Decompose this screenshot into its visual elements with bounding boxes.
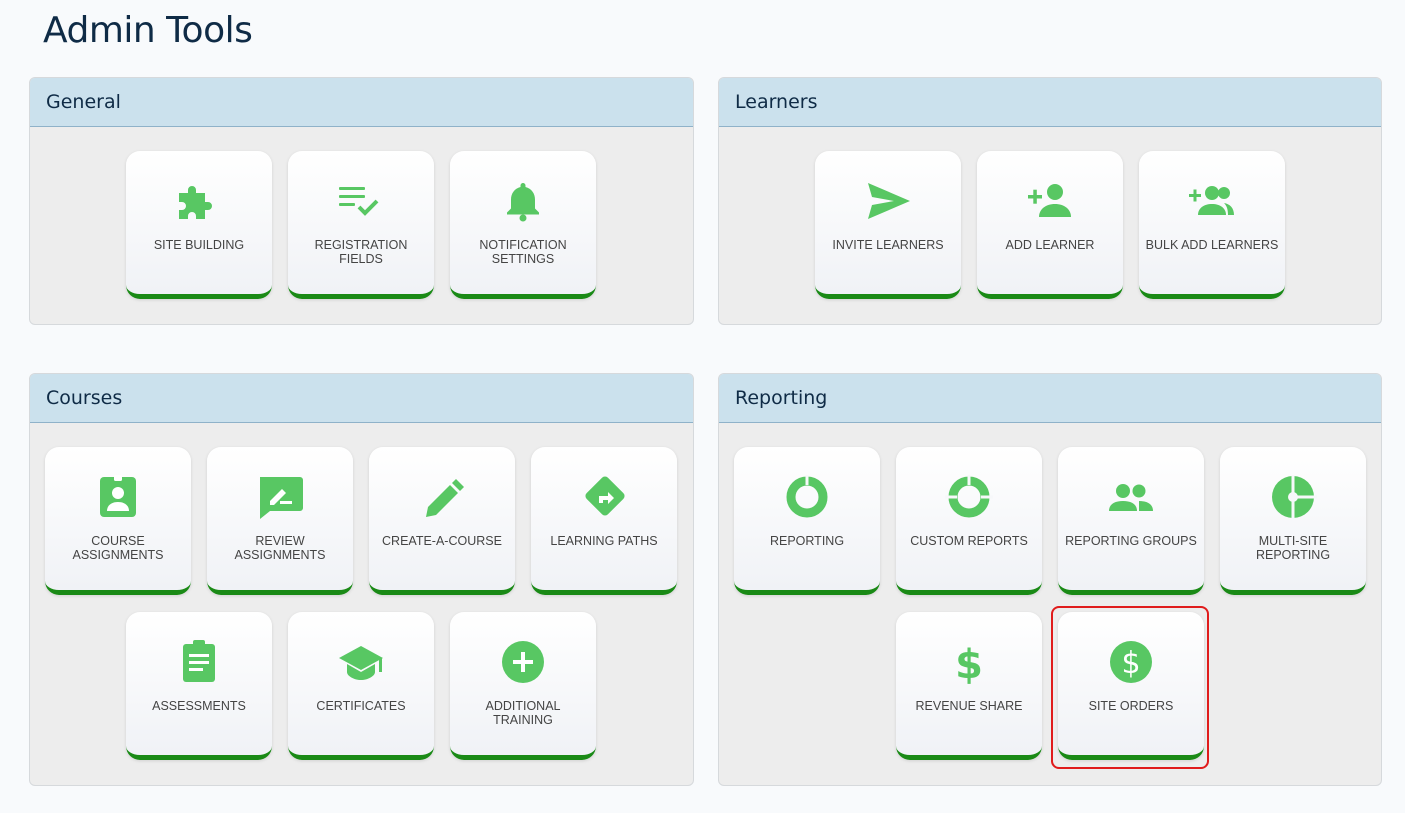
tile-reporting-groups[interactable]: Reporting Groups (1058, 447, 1204, 595)
tile-multi-site-reporting[interactable]: Multi-Site Reporting (1220, 447, 1366, 595)
panel-general-header: General (30, 78, 693, 127)
tile-learning-paths[interactable]: Learning Paths (531, 447, 677, 595)
tile-additional-training[interactable]: Additional Training (450, 612, 596, 760)
tile-label: Site Building (153, 238, 245, 252)
page-title: Admin Tools (43, 10, 253, 51)
panel-general: General Site Building Registration Field… (29, 77, 694, 325)
dollar-icon: $ (945, 640, 993, 684)
send-icon (864, 179, 912, 223)
tile-label: Custom Reports (910, 534, 1028, 548)
puzzle-icon (175, 179, 223, 223)
tile-site-building[interactable]: Site Building (126, 151, 272, 299)
tile-add-learner[interactable]: Add Learner (977, 151, 1123, 299)
bell-icon (499, 179, 547, 223)
panel-courses: Courses Course Assignments Review Assign… (29, 373, 694, 786)
panel-reporting-header: Reporting (719, 374, 1381, 423)
tile-notification-settings[interactable]: Notification Settings (450, 151, 596, 299)
tile-site-orders[interactable]: $ Site Orders (1058, 612, 1204, 760)
tile-label: Revenue Share (915, 699, 1023, 713)
people-icon (1107, 475, 1155, 519)
tile-label: Add Learner (1005, 238, 1095, 252)
segmented-donut-icon (945, 475, 993, 519)
panel-reporting: Reporting Reporting Custom Reports Repor… (718, 373, 1382, 786)
panel-learners-header: Learners (719, 78, 1381, 127)
graduation-cap-icon (337, 640, 385, 684)
rate-review-icon (256, 475, 304, 519)
tile-invite-learners[interactable]: Invite Learners (815, 151, 961, 299)
tile-assessments[interactable]: Assessments (126, 612, 272, 760)
tile-label: Reporting Groups (1065, 534, 1197, 548)
plus-circle-icon (499, 640, 547, 684)
tile-course-assignments[interactable]: Course Assignments (45, 447, 191, 595)
tile-label: Registration Fields (314, 238, 408, 266)
checklist-icon (337, 179, 385, 223)
tile-label: Notification Settings (479, 238, 567, 266)
tile-label: Bulk Add Learners (1145, 238, 1279, 252)
person-add-icon (1026, 179, 1074, 223)
tile-label: Create-A-Course (382, 534, 502, 548)
tile-revenue-share[interactable]: $ Revenue Share (896, 612, 1042, 760)
directions-icon (580, 475, 628, 519)
dollar-circle-icon: $ (1107, 640, 1155, 684)
tile-label: Additional Training (485, 699, 561, 727)
panel-learners: Learners Invite Learners Add Learner Bul… (718, 77, 1382, 325)
panel-courses-header: Courses (30, 374, 693, 423)
tile-reporting[interactable]: Reporting (734, 447, 880, 595)
tile-label: Course Assignments (72, 534, 164, 562)
tile-label: Reporting (769, 534, 845, 548)
tile-label: Certificates (316, 699, 406, 713)
group-add-icon (1188, 179, 1236, 223)
tile-label: Multi-Site Reporting (1255, 534, 1331, 562)
pie-icon (1269, 475, 1317, 519)
svg-text:$: $ (955, 642, 983, 684)
tile-custom-reports[interactable]: Custom Reports (896, 447, 1042, 595)
tile-label: Site Orders (1088, 699, 1174, 713)
svg-text:$: $ (1121, 646, 1140, 681)
tile-bulk-add-learners[interactable]: Bulk Add Learners (1139, 151, 1285, 299)
tile-certificates[interactable]: Certificates (288, 612, 434, 760)
tile-label: Review Assignments (234, 534, 326, 562)
tile-label: Assessments (152, 699, 246, 713)
badge-icon (94, 475, 142, 519)
tile-review-assignments[interactable]: Review Assignments (207, 447, 353, 595)
tile-registration-fields[interactable]: Registration Fields (288, 151, 434, 299)
tile-label: Invite Learners (832, 238, 944, 252)
tile-label: Learning Paths (550, 534, 658, 548)
clipboard-icon (175, 640, 223, 684)
pencil-icon (418, 475, 466, 519)
tile-create-a-course[interactable]: Create-A-Course (369, 447, 515, 595)
donut-icon (783, 475, 831, 519)
